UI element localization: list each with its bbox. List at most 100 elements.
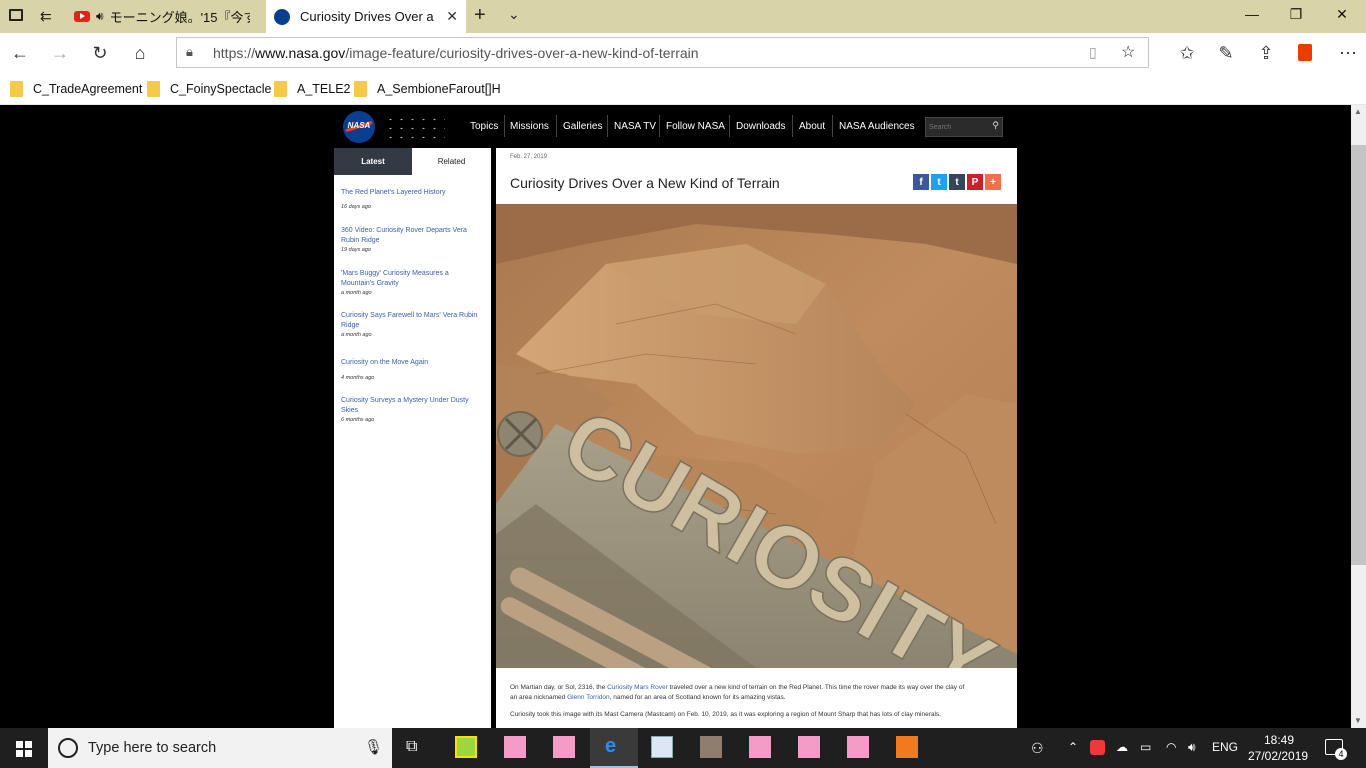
favorite-folder[interactable]: A_SembioneFarout[]H	[354, 80, 501, 98]
pinterest-share-icon[interactable]: P	[967, 174, 983, 190]
app-icon-pink-5[interactable]	[847, 736, 869, 758]
sidebar-link[interactable]: 'Mars Buggy' Curiosity Measures a Mounta…	[341, 269, 481, 289]
tab-morning-musume[interactable]: 🔊︎ モーニング娘。'15『今すぐ	[66, 0, 266, 33]
mars-terrain-image[interactable]: CURIOSITY	[496, 204, 1017, 668]
app-icon-pink-3[interactable]	[749, 736, 771, 758]
app-icon-green[interactable]	[455, 736, 477, 758]
folder-icon	[354, 81, 367, 97]
close-window-button[interactable]: ✕	[1332, 6, 1352, 23]
volume-icon[interactable]: 🔊︎	[1188, 740, 1196, 755]
battery-icon[interactable]: ▭	[1140, 740, 1151, 754]
home-icon[interactable]: ⌂	[128, 41, 152, 65]
nav-about[interactable]: About	[799, 117, 825, 135]
scroll-up-icon[interactable]: ▲	[1354, 107, 1362, 116]
clock-date[interactable]: 27/02/2019	[1248, 749, 1308, 763]
edge-browser-icon[interactable]: e	[590, 728, 638, 768]
article-date: Feb. 27, 2019	[510, 154, 548, 160]
more-menu-icon[interactable]: ⋯	[1336, 41, 1360, 65]
more-share-icon[interactable]: +	[985, 174, 1001, 190]
nav-follow-nasa[interactable]: Follow NASA	[666, 117, 725, 135]
facebook-share-icon[interactable]: f	[913, 174, 929, 190]
favorite-folder[interactable]: A_TELE2	[274, 80, 351, 98]
sidebar-link[interactable]: Curiosity on the Move Again	[341, 358, 481, 368]
microphone-icon[interactable]: 🎙︎	[364, 738, 383, 756]
sidebar-time: 6 months ago	[341, 417, 375, 423]
folder-icon	[10, 81, 23, 97]
tumblr-share-icon[interactable]: t	[949, 174, 965, 190]
favorites-hub-icon[interactable]: ✩	[1175, 41, 1199, 65]
article-paragraph-2: Curiosity took this image with its Mast …	[510, 711, 941, 718]
nasa-search-input[interactable]	[929, 120, 989, 134]
app-icon-image-viewer[interactable]	[651, 736, 673, 758]
favorite-folder[interactable]: C_TradeAgreement	[10, 80, 142, 98]
sidebar-time: 4 months ago	[341, 375, 375, 381]
clock-time[interactable]: 18:49	[1264, 733, 1294, 747]
new-tab-button[interactable]: +	[474, 4, 486, 27]
app-icon-pink-1[interactable]	[504, 736, 526, 758]
notification-count: 4	[1335, 748, 1347, 760]
lock-icon[interactable]: 🔒︎	[186, 44, 193, 60]
tab-title: Curiosity Drives Over a N	[300, 9, 436, 24]
twitter-share-icon[interactable]: t	[931, 174, 947, 190]
restore-button[interactable]: ❐	[1286, 6, 1306, 23]
app-icon-orange[interactable]	[896, 736, 918, 758]
sidebar-link[interactable]: Curiosity Surveys a Mystery Under Dusty …	[341, 396, 481, 416]
office-icon[interactable]	[1298, 44, 1312, 61]
windows-start-icon[interactable]	[16, 741, 32, 757]
nav-missions[interactable]: Missions	[510, 117, 549, 135]
scrollbar-thumb[interactable]	[1351, 145, 1366, 565]
back-arrow-icon[interactable]: ←	[8, 41, 32, 65]
curiosity-mars-rover-link[interactable]: Curiosity Mars Rover	[607, 684, 668, 691]
sidebar-link[interactable]: Curiosity Says Farewell to Mars' Vera Ru…	[341, 311, 481, 331]
cloud-sync-icon[interactable]: ☁	[1116, 740, 1128, 754]
refresh-icon[interactable]: ↻	[88, 41, 112, 65]
cortana-icon[interactable]	[58, 738, 78, 758]
reading-view-icon[interactable]: ▯	[1089, 44, 1097, 61]
taskbar-search[interactable]: Type here to search 🎙︎	[48, 728, 392, 768]
nav-nasa-tv[interactable]: NASA TV	[614, 117, 656, 135]
wifi-icon[interactable]: ◠	[1166, 740, 1176, 754]
sidebar: Latest Related The Red Planet's Layered …	[334, 148, 491, 728]
nav-nasa-audiences[interactable]: NASA Audiences	[839, 117, 915, 135]
tab-preview-chevron-icon[interactable]: ⌄	[508, 6, 520, 23]
sidebar-link[interactable]: 360 Video: Curiosity Rover Departs Vera …	[341, 226, 481, 246]
nasa-search: ⚲	[925, 117, 1003, 137]
minimize-button[interactable]: —	[1242, 6, 1262, 22]
vivaldi-tray-icon[interactable]	[1090, 740, 1105, 755]
app-icon-pink-2[interactable]	[553, 736, 575, 758]
tab-curiosity[interactable]: Curiosity Drives Over a N ✕	[266, 0, 466, 33]
audio-playing-icon[interactable]: 🔊︎	[96, 9, 104, 24]
web-notes-icon[interactable]: ✎	[1214, 41, 1238, 65]
nav-downloads[interactable]: Downloads	[736, 117, 785, 135]
task-view-icon[interactable]: ⧉	[406, 738, 417, 756]
url-text[interactable]: https://www.nasa.gov/image-feature/curio…	[213, 45, 699, 61]
taskbar-search-placeholder: Type here to search	[88, 740, 217, 756]
search-icon[interactable]: ⚲	[992, 120, 999, 131]
favorites-bar: C_TradeAgreement C_FoinySpectacle A_TELE…	[0, 72, 1366, 105]
show-hidden-icons-chevron[interactable]: ⌃	[1068, 740, 1078, 754]
app-icon-pink-4[interactable]	[798, 736, 820, 758]
share-icon[interactable]: ⇪	[1254, 41, 1278, 65]
forward-arrow-icon[interactable]: →	[48, 41, 72, 65]
glenn-torridon-link[interactable]: Glenn Torridon	[567, 694, 610, 701]
favorite-folder[interactable]: C_FoinySpectacle	[147, 80, 271, 98]
tab-actions-icon[interactable]	[9, 9, 23, 21]
address-bar[interactable]: 🔒︎ https://www.nasa.gov/image-feature/cu…	[176, 37, 1149, 68]
article-title: Curiosity Drives Over a New Kind of Terr…	[510, 175, 780, 191]
nav-topics[interactable]: Topics	[470, 117, 498, 135]
sidebar-time: a month ago	[341, 290, 372, 296]
favorite-star-icon[interactable]: ☆	[1121, 42, 1135, 62]
nasa-logo[interactable]: NASA	[343, 111, 375, 143]
taskbar: Type here to search 🎙︎ ⧉ e ⚇ ⌃ ☁ ▭ ◠ 🔊︎ …	[0, 728, 1366, 768]
scroll-down-icon[interactable]: ▼	[1354, 716, 1362, 725]
set-tabs-aside-icon[interactable]: ⇇	[40, 8, 52, 25]
input-language[interactable]: ENG	[1212, 740, 1238, 754]
tab-latest[interactable]: Latest	[334, 148, 412, 175]
close-tab-icon[interactable]: ✕	[446, 8, 458, 25]
people-icon[interactable]: ⚇	[1031, 740, 1044, 757]
folder-icon	[274, 81, 287, 97]
nav-galleries[interactable]: Galleries	[563, 117, 602, 135]
tab-related[interactable]: Related	[412, 148, 491, 175]
sidebar-link[interactable]: The Red Planet's Layered History	[341, 188, 481, 198]
app-icon-chart[interactable]	[700, 736, 722, 758]
